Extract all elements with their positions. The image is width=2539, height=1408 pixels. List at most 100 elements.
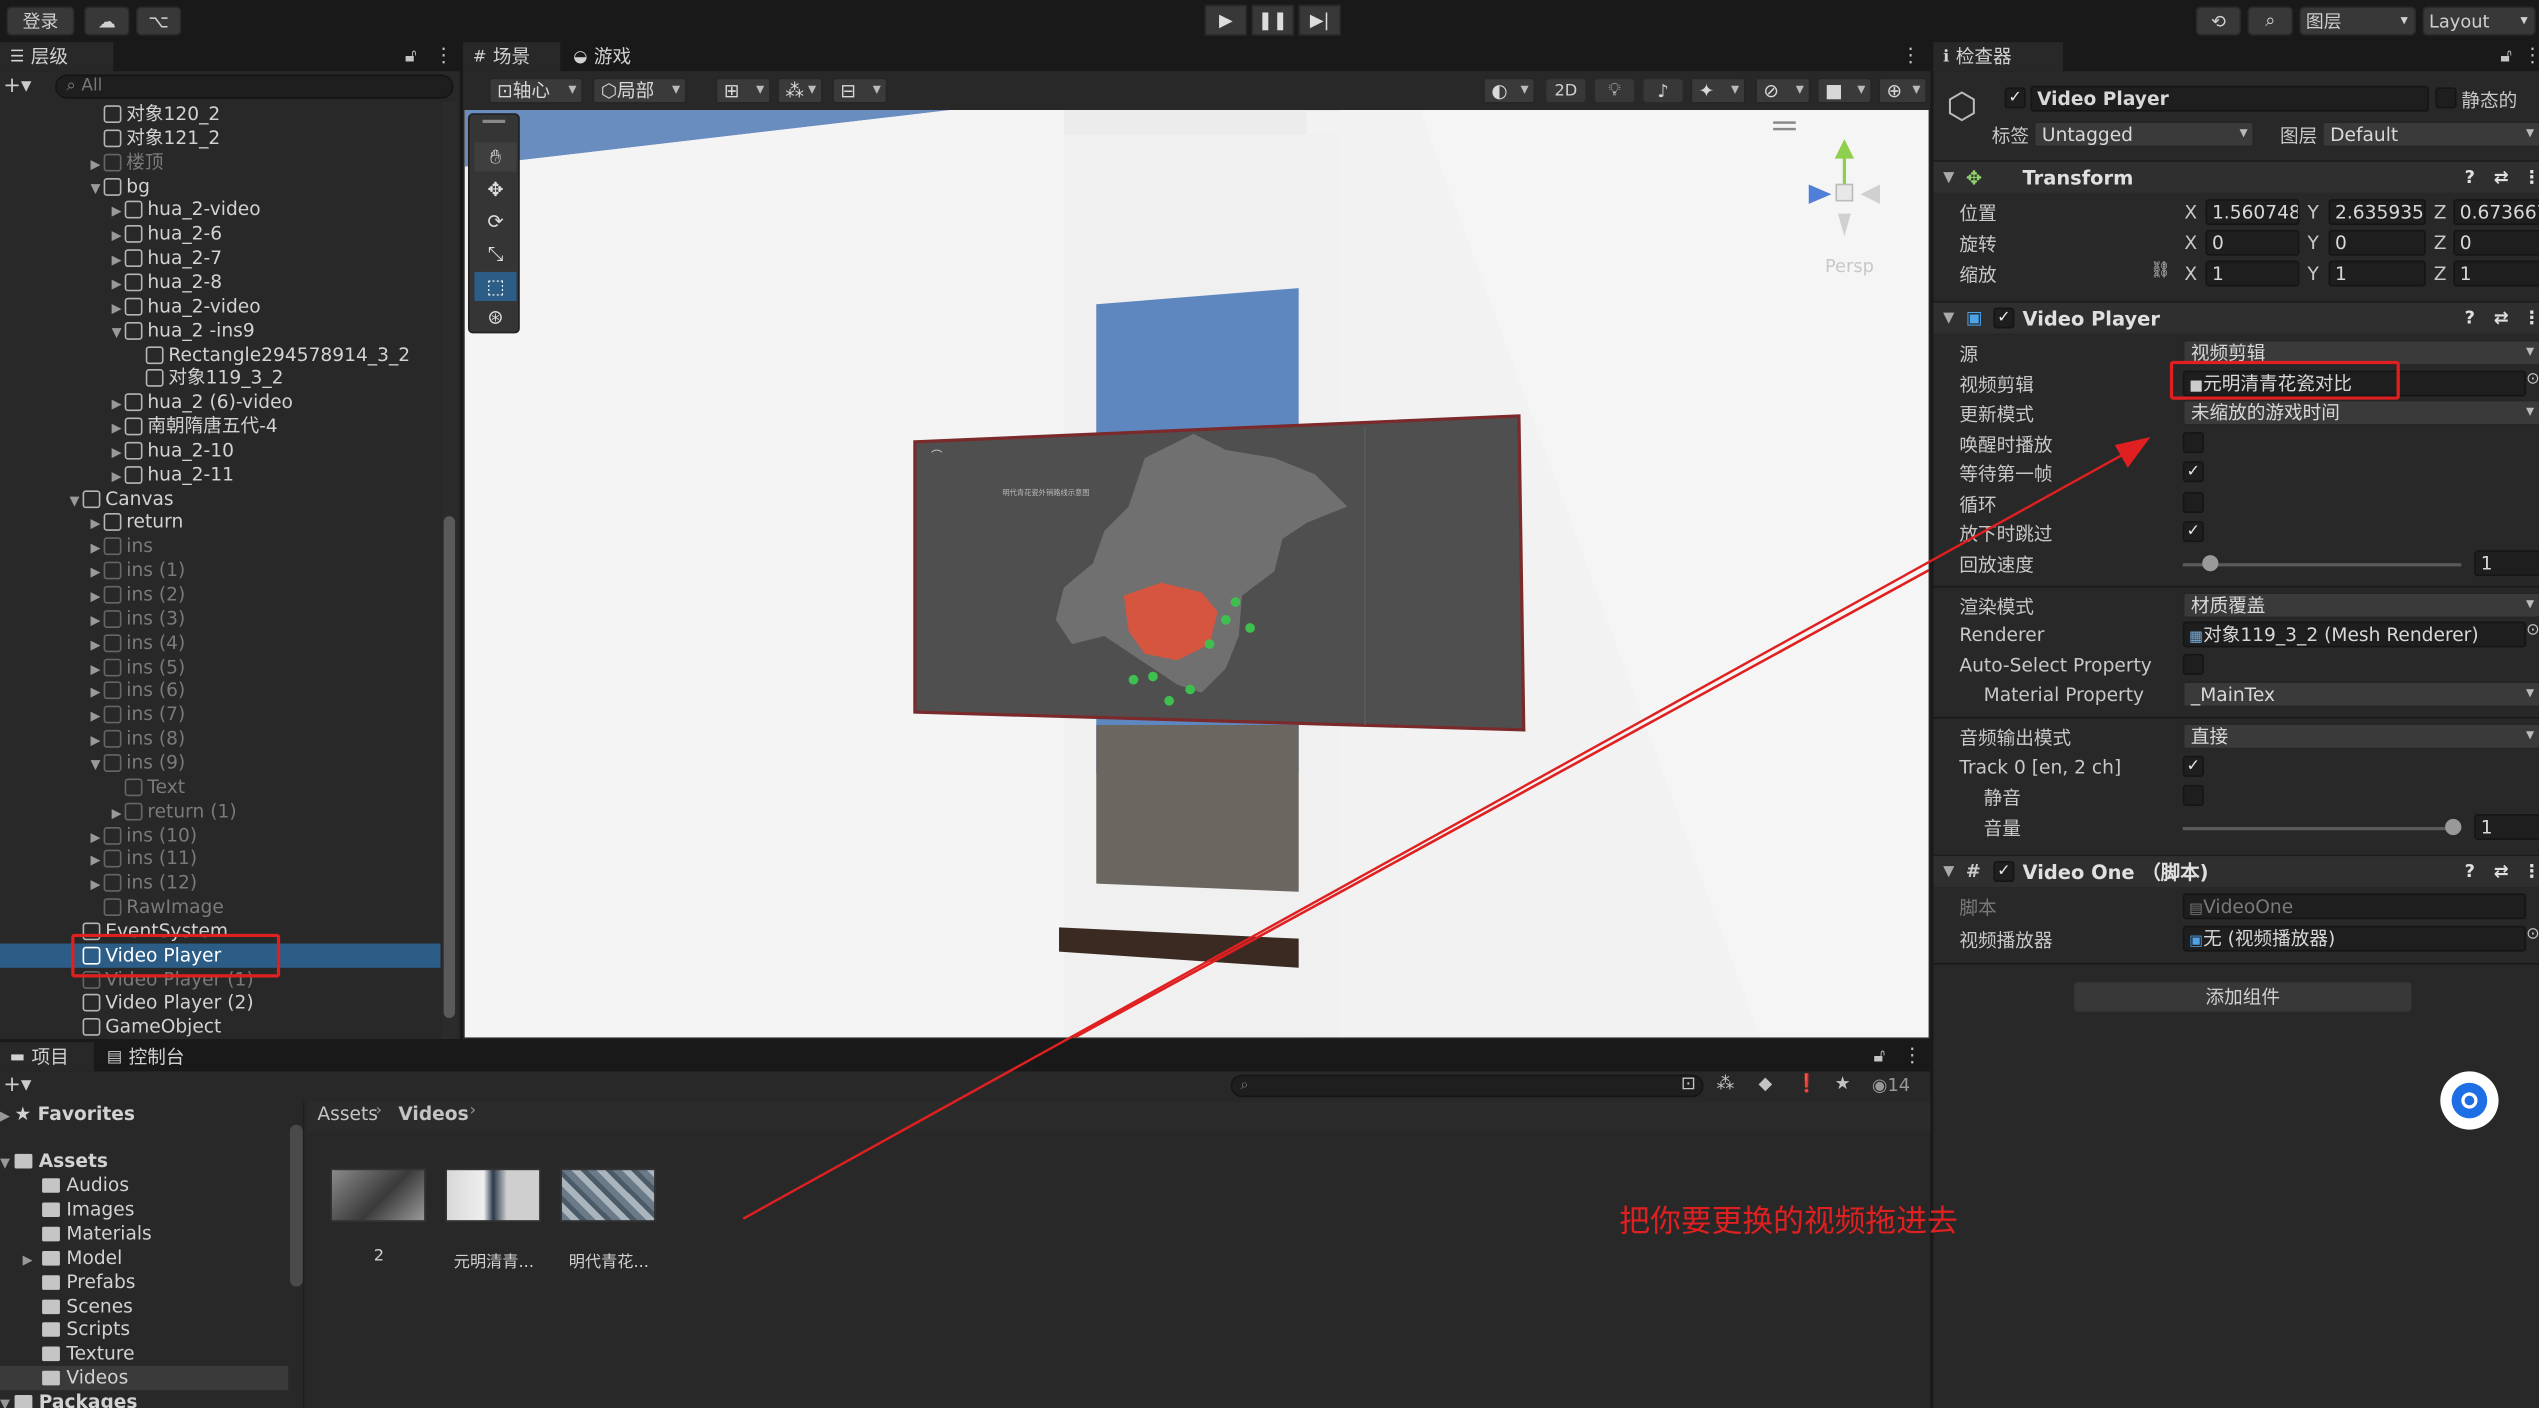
lock-icon[interactable]: 🔓︎ bbox=[405, 45, 417, 68]
volume-knob[interactable] bbox=[2445, 818, 2462, 836]
persp-label[interactable]: Persp bbox=[1825, 256, 1874, 277]
preset-icon[interactable]: ⇄ bbox=[2494, 162, 2509, 194]
folder-item[interactable]: Materials bbox=[0, 1222, 288, 1246]
chevron-right-icon[interactable]: ▶ bbox=[87, 704, 103, 728]
breadcrumb-videos[interactable]: Videos bbox=[398, 1102, 468, 1125]
playback-speed-field[interactable]: 1 bbox=[2474, 550, 2539, 577]
hierarchy-item[interactable]: ▶ 楼顶 bbox=[0, 150, 440, 174]
chevron-right-icon[interactable]: ▶ bbox=[87, 873, 103, 897]
hierarchy-item[interactable]: ▶ ins (10) bbox=[0, 823, 440, 847]
video-player-header[interactable]: ▼ ▣ ✓ Video Player ? ⇄ ⋮ bbox=[1933, 301, 2539, 334]
label-icon[interactable]: ◆ bbox=[1759, 1073, 1773, 1094]
component-menu-icon[interactable]: ⋮ bbox=[2523, 162, 2539, 194]
folder-item[interactable]: Images bbox=[0, 1197, 288, 1221]
add-component-button[interactable]: 添加组件 bbox=[2072, 980, 2413, 1014]
chevron-right-icon[interactable]: ▶ bbox=[108, 440, 124, 464]
audio-output-dropdown[interactable]: 直接 bbox=[2182, 723, 2539, 750]
history-icon[interactable]: ⟲ bbox=[2195, 6, 2242, 36]
scale-tool-icon[interactable]: ⤡ bbox=[474, 240, 516, 269]
hierarchy-item[interactable]: ▶ ins (11) bbox=[0, 847, 440, 871]
collab-icon[interactable]: ⌥ bbox=[136, 6, 182, 36]
object-picker-icon[interactable]: ⊙ bbox=[2526, 371, 2539, 389]
hierarchy-item[interactable]: ▼ hua_2 -ins9 bbox=[0, 318, 440, 342]
play-button[interactable]: ▶ bbox=[1204, 4, 1247, 36]
hierarchy-item[interactable]: RawImage bbox=[0, 895, 440, 919]
volume-slider[interactable] bbox=[2182, 827, 2462, 831]
scale-y-field[interactable]: 1 bbox=[2328, 260, 2426, 287]
object-name-field[interactable]: Video Player bbox=[2030, 85, 2429, 112]
asset-label[interactable]: 元明清青... bbox=[429, 1248, 559, 1272]
snap-grid-dropdown[interactable]: ⊞ bbox=[715, 77, 771, 104]
chevron-right-icon[interactable]: ▶ bbox=[108, 801, 124, 825]
component-menu-icon[interactable]: ⋮ bbox=[2523, 856, 2539, 888]
video-thumbnail-yuan-ming-qing[interactable] bbox=[445, 1168, 541, 1222]
chevron-right-icon[interactable]: ▶ bbox=[87, 584, 103, 608]
search-by-type-icon[interactable]: ⊡ bbox=[1681, 1073, 1696, 1094]
video-thumbnail-ming-dai[interactable] bbox=[560, 1168, 656, 1222]
hierarchy-item[interactable]: GameObject bbox=[0, 1015, 440, 1039]
project-search-input[interactable]: ⌕ bbox=[1230, 1074, 1704, 1098]
hierarchy-item[interactable]: ▶ ins (12) bbox=[0, 871, 440, 895]
hand-tool-icon[interactable]: ✋︎ bbox=[474, 142, 517, 172]
hierarchy-item[interactable]: ▶ ins (5) bbox=[0, 655, 440, 679]
static-checkbox[interactable] bbox=[2435, 87, 2457, 109]
chevron-right-icon[interactable]: ▶ bbox=[87, 152, 103, 176]
scale-x-field[interactable]: 1 bbox=[2205, 260, 2300, 287]
video-player-enabled-checkbox[interactable]: ✓ bbox=[1993, 307, 2015, 329]
chevron-down-icon[interactable]: ▼ bbox=[87, 176, 103, 200]
lock-icon[interactable]: 🔓︎ bbox=[2500, 45, 2512, 68]
chevron-right-icon[interactable]: ▶ bbox=[108, 416, 124, 440]
chevron-right-icon[interactable]: ▶ bbox=[87, 560, 103, 584]
hierarchy-item[interactable]: ▶ hua_2-7 bbox=[0, 246, 440, 270]
asset-label[interactable]: 明代青花... bbox=[544, 1248, 674, 1272]
chevron-right-icon[interactable]: ▶ bbox=[108, 248, 124, 272]
hierarchy-item[interactable]: ▶ hua_2-10 bbox=[0, 438, 440, 462]
rect-tool-icon[interactable]: ⬚ bbox=[474, 271, 517, 302]
wait-first-frame-checkbox[interactable]: ✓ bbox=[2182, 461, 2204, 483]
skip-on-drop-checkbox[interactable]: ✓ bbox=[2182, 521, 2204, 543]
chevron-right-icon[interactable]: ▶ bbox=[87, 536, 103, 560]
hierarchy-item[interactable]: ▶ return (1) bbox=[0, 799, 440, 823]
position-y-field[interactable]: 2.635935 bbox=[2328, 199, 2426, 225]
layers-dropdown[interactable]: 图层 ▾ bbox=[2299, 6, 2416, 36]
hierarchy-item[interactable]: 对象121_2 bbox=[0, 126, 440, 150]
overlay-handle[interactable] bbox=[1773, 121, 1796, 124]
hierarchy-item[interactable]: 对象119_3_2 bbox=[0, 366, 440, 390]
hierarchy-item[interactable]: Rectangle294578914_3_2 bbox=[0, 342, 440, 366]
hierarchy-item[interactable]: ▶ ins (4) bbox=[0, 631, 440, 655]
chevron-right-icon[interactable]: ▶ bbox=[87, 608, 103, 632]
folder-item[interactable]: Texture bbox=[0, 1342, 288, 1366]
hierarchy-item[interactable]: Video Player (2) bbox=[0, 991, 440, 1015]
cloud-icon[interactable]: ☁ bbox=[84, 6, 130, 36]
tab-scene[interactable]: # 场景 bbox=[463, 42, 561, 72]
video-thumbnail-2[interactable] bbox=[330, 1168, 426, 1222]
palette-handle[interactable] bbox=[482, 119, 506, 123]
object-picker-icon[interactable]: ⊙ bbox=[2526, 926, 2539, 944]
hierarchy-item[interactable]: ▶ hua_2-8 bbox=[0, 270, 440, 294]
hierarchy-scrollbar[interactable] bbox=[442, 101, 457, 1040]
volume-field[interactable]: 1 bbox=[2474, 814, 2539, 840]
audio-icon[interactable]: ♪ bbox=[1641, 77, 1685, 104]
update-mode-dropdown[interactable]: 未缩放的游戏时间 bbox=[2182, 399, 2539, 426]
loop-checkbox[interactable] bbox=[2182, 491, 2204, 514]
object-picker-icon[interactable]: ⊙ bbox=[2526, 621, 2539, 639]
more-menu-icon[interactable]: ⋮ bbox=[1903, 1044, 1922, 1067]
warning-icon[interactable]: ❗ bbox=[1796, 1073, 1818, 1094]
transform-header[interactable]: ▼ ✥ Transform ? ⇄ ⋮ bbox=[1933, 160, 2539, 194]
tab-hierarchy[interactable]: ☰ 层级 bbox=[0, 42, 114, 72]
renderer-field[interactable]: ▦对象119_3_2 (Mesh Renderer) bbox=[2182, 621, 2527, 648]
tree-scrollbar-thumb[interactable] bbox=[289, 1124, 303, 1287]
hierarchy-item[interactable]: ▼ Canvas bbox=[0, 486, 440, 510]
ruler-dropdown[interactable]: ⊟ bbox=[832, 77, 888, 104]
folder-item[interactable]: Scenes bbox=[0, 1294, 288, 1318]
effects-dropdown[interactable]: ✦ bbox=[1690, 77, 1746, 104]
overlay-handle[interactable] bbox=[1773, 127, 1796, 131]
more-menu-icon[interactable]: ⋮ bbox=[2523, 44, 2539, 67]
lock-icon[interactable]: 🔓︎ bbox=[1874, 1045, 1886, 1068]
hierarchy-item[interactable]: ▶ ins (2) bbox=[0, 583, 440, 607]
auto-select-checkbox[interactable] bbox=[2182, 653, 2204, 675]
more-menu-icon[interactable]: ⋮ bbox=[1901, 44, 1920, 67]
layer-dropdown[interactable]: Default bbox=[2322, 121, 2539, 148]
visibility-icon[interactable]: ⊘ bbox=[1755, 77, 1811, 104]
login-button[interactable]: 登录 bbox=[6, 6, 75, 36]
